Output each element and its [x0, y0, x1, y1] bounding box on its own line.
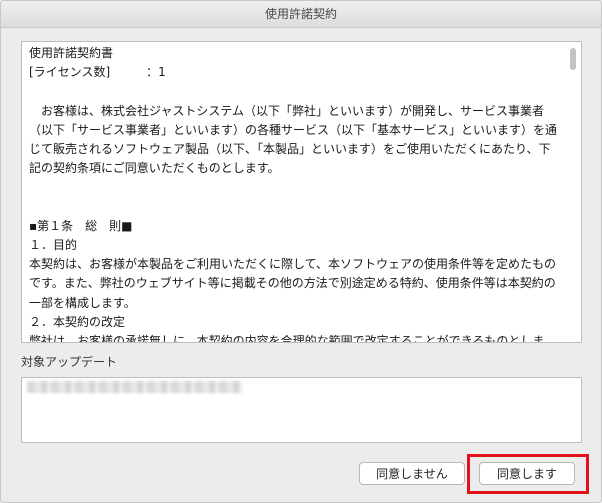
license-line: [ライセンス数] ：1 [29, 65, 166, 80]
disagree-button[interactable]: 同意しません [359, 462, 465, 485]
license-line: 一部を構成します。 [29, 295, 136, 310]
license-scrollbar[interactable] [566, 43, 580, 341]
license-line [29, 198, 563, 217]
license-line: 弊社は、お客様の承諾無しに、本契約の内容を合理的な範囲で改定することができるもの… [29, 334, 545, 343]
target-updates-label: 対象アップデート [21, 355, 118, 369]
license-line: じて販売されるソフトウェア製品（以下、「本製品」といいます）をご使用いただくにあ… [29, 142, 551, 156]
license-line: 記の契約条項にご同意いただくものとします。 [29, 161, 280, 176]
agree-button-highlight: 同意します [467, 454, 589, 494]
license-line [29, 178, 563, 197]
blurred-update-item [27, 381, 242, 393]
license-line: （以下「サービス事業者」といいます）の各種サービス（以下「基本サービス」といいま… [29, 122, 558, 137]
target-updates-list[interactable] [21, 377, 582, 443]
license-line: 使用許諾契約書 [29, 46, 114, 60]
license-line: 本契約は、お客様が本製品をご利用いただくに際して、本ソフトウェアの使用条件等を定… [29, 257, 557, 272]
license-line [29, 82, 563, 101]
dialog-title: 使用許諾契約 [1, 1, 601, 28]
license-line: ▪第１条 総 則■ [29, 218, 133, 233]
license-line: １．目的 [29, 237, 78, 252]
license-text-area[interactable]: 使用許諾契約書 [ライセンス数] ：1 お客様は、株式会社ジャストシステム（以下「… [21, 41, 582, 343]
license-line: です。また、弊社のウェブサイト等に掲載その他の方法で別途定める特約、使用条件等は… [29, 276, 556, 291]
license-line: ２．本契約の改定 [29, 314, 126, 329]
license-agreement-dialog: 使用許諾契約 使用許諾契約書 [ライセンス数] ：1 お客様は、株式会社ジャストシ… [0, 0, 602, 503]
scroll-thumb[interactable] [570, 48, 576, 70]
license-text: 使用許諾契約書 [ライセンス数] ：1 お客様は、株式会社ジャストシステム（以下「… [29, 44, 563, 343]
license-line: お客様は、株式会社ジャストシステム（以下「弊社」といいます）が開発し、サービス事… [29, 103, 545, 118]
agree-button[interactable]: 同意します [479, 462, 575, 485]
